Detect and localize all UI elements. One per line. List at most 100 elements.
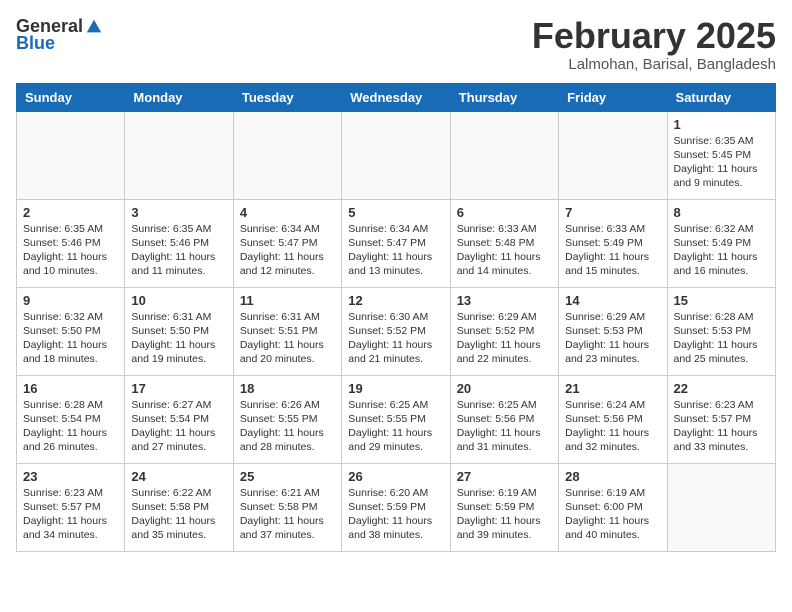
day-info: Sunrise: 6:32 AM Sunset: 5:49 PM Dayligh… [674, 222, 769, 279]
logo-icon [85, 18, 103, 36]
calendar-cell: 19 Sunrise: 6:25 AM Sunset: 5:55 PM Dayli… [342, 375, 450, 463]
calendar-cell: 7Sunrise: 6:33 AM Sunset: 5:49 PM Daylig… [559, 199, 667, 287]
logo: General Blue [16, 16, 103, 54]
day-number: 4 [240, 205, 335, 220]
day-number: 5 [348, 205, 443, 220]
day-number: 19 [348, 381, 443, 396]
day-info: Sunrise: 6:27 AM Sunset: 5:54 PM Dayligh… [131, 398, 226, 455]
calendar-cell: 8 Sunrise: 6:32 AM Sunset: 5:49 PM Daylig… [667, 199, 775, 287]
calendar-cell [125, 111, 233, 199]
calendar-cell: 12 Sunrise: 6:30 AM Sunset: 5:52 PM Dayli… [342, 287, 450, 375]
day-info: Sunrise: 6:19 AM Sunset: 5:59 PM Dayligh… [457, 486, 552, 543]
location: Lalmohan, Barisal, Bangladesh [532, 56, 776, 73]
day-number: 8 [674, 205, 769, 220]
calendar-cell: 21 Sunrise: 6:24 AM Sunset: 5:56 PM Dayli… [559, 375, 667, 463]
calendar-cell: 22 Sunrise: 6:23 AM Sunset: 5:57 PM Dayli… [667, 375, 775, 463]
day-info: Sunrise: 6:23 AM Sunset: 5:57 PM Dayligh… [674, 398, 769, 455]
weekday-header-row: SundayMondayTuesdayWednesdayThursdayFrid… [17, 83, 776, 111]
calendar-week-row-3: 9 Sunrise: 6:32 AM Sunset: 5:50 PM Daylig… [17, 287, 776, 375]
day-info: Sunrise: 6:21 AM Sunset: 5:58 PM Dayligh… [240, 486, 335, 543]
day-number: 12 [348, 293, 443, 308]
day-info: Sunrise: 6:19 AM Sunset: 6:00 PM Dayligh… [565, 486, 660, 543]
title-block: February 2025 Lalmohan, Barisal, Banglad… [532, 16, 776, 73]
day-number: 21 [565, 381, 660, 396]
day-info: Sunrise: 6:35 AM Sunset: 5:45 PM Dayligh… [674, 134, 769, 191]
calendar-cell: 24 Sunrise: 6:22 AM Sunset: 5:58 PM Dayli… [125, 463, 233, 551]
day-info: Sunrise: 6:22 AM Sunset: 5:58 PM Dayligh… [131, 486, 226, 543]
day-info: Sunrise: 6:29 AM Sunset: 5:52 PM Dayligh… [457, 310, 552, 367]
calendar-week-row-5: 23Sunrise: 6:23 AM Sunset: 5:57 PM Dayli… [17, 463, 776, 551]
calendar-cell: 10 Sunrise: 6:31 AM Sunset: 5:50 PM Dayli… [125, 287, 233, 375]
calendar-cell: 18Sunrise: 6:26 AM Sunset: 5:55 PM Dayli… [233, 375, 341, 463]
day-number: 7 [565, 205, 660, 220]
day-number: 24 [131, 469, 226, 484]
calendar-cell: 9 Sunrise: 6:32 AM Sunset: 5:50 PM Daylig… [17, 287, 125, 375]
calendar-cell [559, 111, 667, 199]
day-info: Sunrise: 6:25 AM Sunset: 5:56 PM Dayligh… [457, 398, 552, 455]
day-info: Sunrise: 6:30 AM Sunset: 5:52 PM Dayligh… [348, 310, 443, 367]
day-number: 28 [565, 469, 660, 484]
calendar-cell: 25 Sunrise: 6:21 AM Sunset: 5:58 PM Dayli… [233, 463, 341, 551]
day-number: 17 [131, 381, 226, 396]
calendar-cell [342, 111, 450, 199]
day-number: 3 [131, 205, 226, 220]
day-number: 15 [674, 293, 769, 308]
calendar-cell: 11Sunrise: 6:31 AM Sunset: 5:51 PM Dayli… [233, 287, 341, 375]
calendar-cell [450, 111, 558, 199]
day-number: 1 [674, 117, 769, 132]
calendar-cell: 13 Sunrise: 6:29 AM Sunset: 5:52 PM Dayli… [450, 287, 558, 375]
calendar-week-row-1: 1 Sunrise: 6:35 AM Sunset: 5:45 PM Daylig… [17, 111, 776, 199]
day-number: 27 [457, 469, 552, 484]
calendar-cell: 16Sunrise: 6:28 AM Sunset: 5:54 PM Dayli… [17, 375, 125, 463]
weekday-header-friday: Friday [559, 83, 667, 111]
calendar-table: SundayMondayTuesdayWednesdayThursdayFrid… [16, 83, 776, 552]
logo-blue-text: Blue [16, 33, 55, 54]
weekday-header-saturday: Saturday [667, 83, 775, 111]
day-info: Sunrise: 6:34 AM Sunset: 5:47 PM Dayligh… [240, 222, 335, 279]
day-info: Sunrise: 6:28 AM Sunset: 5:53 PM Dayligh… [674, 310, 769, 367]
calendar-cell: 15 Sunrise: 6:28 AM Sunset: 5:53 PM Dayli… [667, 287, 775, 375]
calendar-cell: 2 Sunrise: 6:35 AM Sunset: 5:46 PM Daylig… [17, 199, 125, 287]
calendar-cell: 4 Sunrise: 6:34 AM Sunset: 5:47 PM Daylig… [233, 199, 341, 287]
day-info: Sunrise: 6:32 AM Sunset: 5:50 PM Dayligh… [23, 310, 118, 367]
calendar-cell: 14Sunrise: 6:29 AM Sunset: 5:53 PM Dayli… [559, 287, 667, 375]
calendar-cell: 3 Sunrise: 6:35 AM Sunset: 5:46 PM Daylig… [125, 199, 233, 287]
day-info: Sunrise: 6:20 AM Sunset: 5:59 PM Dayligh… [348, 486, 443, 543]
calendar-week-row-2: 2 Sunrise: 6:35 AM Sunset: 5:46 PM Daylig… [17, 199, 776, 287]
calendar-cell: 27 Sunrise: 6:19 AM Sunset: 5:59 PM Dayli… [450, 463, 558, 551]
day-info: Sunrise: 6:29 AM Sunset: 5:53 PM Dayligh… [565, 310, 660, 367]
day-info: Sunrise: 6:25 AM Sunset: 5:55 PM Dayligh… [348, 398, 443, 455]
calendar-cell: 23Sunrise: 6:23 AM Sunset: 5:57 PM Dayli… [17, 463, 125, 551]
calendar-cell: 26Sunrise: 6:20 AM Sunset: 5:59 PM Dayli… [342, 463, 450, 551]
day-number: 11 [240, 293, 335, 308]
calendar-cell: 17 Sunrise: 6:27 AM Sunset: 5:54 PM Dayli… [125, 375, 233, 463]
day-number: 10 [131, 293, 226, 308]
day-number: 2 [23, 205, 118, 220]
calendar-cell [233, 111, 341, 199]
day-info: Sunrise: 6:31 AM Sunset: 5:50 PM Dayligh… [131, 310, 226, 367]
day-number: 23 [23, 469, 118, 484]
day-number: 25 [240, 469, 335, 484]
day-number: 22 [674, 381, 769, 396]
day-number: 16 [23, 381, 118, 396]
day-info: Sunrise: 6:24 AM Sunset: 5:56 PM Dayligh… [565, 398, 660, 455]
day-number: 9 [23, 293, 118, 308]
day-info: Sunrise: 6:26 AM Sunset: 5:55 PM Dayligh… [240, 398, 335, 455]
day-number: 13 [457, 293, 552, 308]
calendar-cell [667, 463, 775, 551]
calendar-cell [17, 111, 125, 199]
month-title: February 2025 [532, 16, 776, 56]
calendar-cell: 20 Sunrise: 6:25 AM Sunset: 5:56 PM Dayli… [450, 375, 558, 463]
weekday-header-wednesday: Wednesday [342, 83, 450, 111]
day-info: Sunrise: 6:35 AM Sunset: 5:46 PM Dayligh… [23, 222, 118, 279]
calendar-cell: 6Sunrise: 6:33 AM Sunset: 5:48 PM Daylig… [450, 199, 558, 287]
page-header: General Blue February 2025 Lalmohan, Bar… [16, 16, 776, 73]
day-number: 20 [457, 381, 552, 396]
day-info: Sunrise: 6:35 AM Sunset: 5:46 PM Dayligh… [131, 222, 226, 279]
weekday-header-monday: Monday [125, 83, 233, 111]
calendar-cell: 28 Sunrise: 6:19 AM Sunset: 6:00 PM Dayli… [559, 463, 667, 551]
day-number: 6 [457, 205, 552, 220]
weekday-header-tuesday: Tuesday [233, 83, 341, 111]
weekday-header-thursday: Thursday [450, 83, 558, 111]
calendar-cell: 1 Sunrise: 6:35 AM Sunset: 5:45 PM Daylig… [667, 111, 775, 199]
